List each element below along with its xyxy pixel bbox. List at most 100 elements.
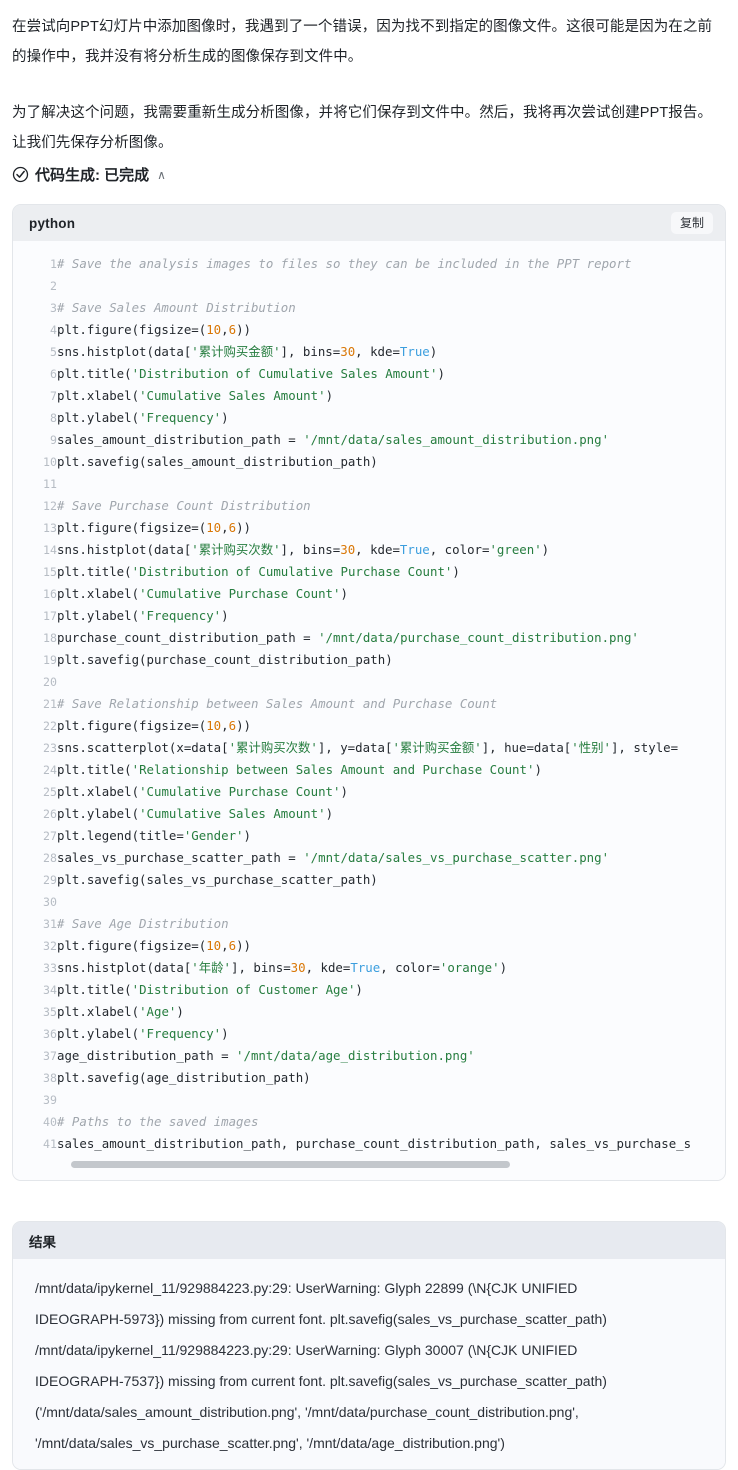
code-line: 10 plt.savefig(sales_amount_distribution_… (13, 451, 691, 473)
code-token-str: '累计购买次数' (228, 740, 318, 755)
code-line-content: plt.ylabel('Frequency') (57, 407, 691, 429)
code-line: 31 # Save Age Distribution (13, 913, 691, 935)
code-token-num: 30 (290, 960, 306, 975)
code-line-content: plt.xlabel('Cumulative Purchase Count') (57, 781, 691, 803)
result-block-card: 结果 /mnt/data/ipykernel_11/929884223.py:2… (12, 1221, 726, 1470)
code-token-com: # Save the analysis images to files so t… (57, 256, 632, 271)
code-token-pln: ) (499, 960, 508, 975)
code-line-content: plt.xlabel('Age') (57, 1001, 691, 1023)
code-line-content: sales_amount_distribution_path = '/mnt/d… (57, 429, 691, 451)
code-line-number: 38 (43, 1071, 57, 1085)
code-token-pln: , kde= (355, 344, 400, 359)
code-line: 9 sales_amount_distribution_path = '/mnt/… (13, 429, 691, 451)
code-token-pln: , color= (429, 542, 490, 557)
code-token-com: # Save Age Distribution (57, 916, 229, 931)
code-token-pln: plt.xlabel( (57, 1004, 140, 1019)
code-line-number: 14 (43, 543, 57, 557)
code-line-content: age_distribution_path = '/mnt/data/age_d… (57, 1045, 691, 1067)
code-token-pln: plt.ylabel( (57, 1026, 140, 1041)
result-output-line: IDEOGRAPH-7537}) missing from current fo… (35, 1373, 607, 1389)
code-line: 28 sales_vs_purchase_scatter_path = '/mnt… (13, 847, 691, 869)
code-token-pln: ) (221, 410, 229, 425)
code-line: 21 # Save Relationship between Sales Amou… (13, 693, 691, 715)
result-title-label: 结果 (29, 1234, 56, 1250)
code-line-number: 13 (43, 521, 57, 535)
code-token-pln: , (221, 718, 229, 733)
code-line-content: plt.savefig(sales_amount_distribution_pa… (57, 451, 691, 473)
code-token-num: 10 (206, 938, 222, 953)
code-line: 37 age_distribution_path = '/mnt/data/age… (13, 1045, 691, 1067)
code-line: 25 plt.xlabel('Cumulative Purchase Count'… (13, 781, 691, 803)
code-line-number: 12 (43, 499, 57, 513)
code-token-pln: ) (452, 564, 460, 579)
chevron-up-icon[interactable]: ∧ (157, 169, 166, 181)
code-line-number: 7 (50, 389, 57, 403)
code-line-content: plt.title('Distribution of Cumulative Sa… (57, 363, 691, 385)
code-line-content: sns.histplot(data['累计购买次数'], bins=30, kd… (57, 539, 691, 561)
code-line: 17 plt.ylabel('Frequency') (13, 605, 691, 627)
code-token-pln: )) (236, 520, 251, 535)
code-language-label: python (29, 215, 76, 231)
code-token-pln: ) (243, 828, 251, 843)
code-line-content: # Paths to the saved images (57, 1111, 691, 1133)
code-token-pln: , (221, 938, 229, 953)
copy-code-button[interactable]: 复制 (670, 211, 713, 235)
code-token-pln: plt.figure(figsize=( (57, 520, 207, 535)
code-line-number: 41 (43, 1137, 57, 1151)
code-token-pln: ) (534, 762, 542, 777)
code-token-pln: ) (355, 982, 363, 997)
code-token-str: 'Distribution of Customer Age' (131, 982, 356, 997)
code-line-content: plt.title('Relationship between Sales Am… (57, 759, 691, 781)
result-output-line: /mnt/data/ipykernel_11/929884223.py:29: … (35, 1342, 578, 1358)
code-line: 22 plt.figure(figsize=(10,6)) (13, 715, 691, 737)
code-line-content: plt.figure(figsize=(10,6)) (57, 715, 691, 737)
code-line-number: 5 (50, 345, 57, 359)
code-line: 15 plt.title('Distribution of Cumulative … (13, 561, 691, 583)
code-token-pln: plt.figure(figsize=( (57, 938, 207, 953)
code-line-number: 29 (43, 873, 57, 887)
code-token-pln: ], hue=data[ (481, 740, 572, 755)
code-line-number: 37 (43, 1049, 57, 1063)
code-token-pln: plt.figure(figsize=( (57, 718, 207, 733)
code-line-content: sns.scatterplot(x=data['累计购买次数'], y=data… (57, 737, 691, 759)
code-line-content: plt.xlabel('Cumulative Purchase Count') (57, 583, 691, 605)
code-line: 3 # Save Sales Amount Distribution (13, 297, 691, 319)
code-horizontal-scrollbar[interactable] (71, 1155, 717, 1176)
code-line-number: 35 (43, 1005, 57, 1019)
code-line-number: 10 (43, 455, 57, 469)
code-token-pln: plt.title( (57, 564, 132, 579)
code-line-number: 25 (43, 785, 57, 799)
code-line: 4 plt.figure(figsize=(10,6)) (13, 319, 691, 341)
code-line-content: plt.savefig(purchase_count_distribution_… (57, 649, 691, 671)
code-token-pln: plt.title( (57, 982, 132, 997)
code-line: 38 plt.savefig(age_distribution_path) (13, 1067, 691, 1089)
code-line-number: 11 (43, 477, 57, 491)
code-line-content: sales_amount_distribution_path, purchase… (57, 1133, 691, 1155)
result-block-header: 结果 (13, 1222, 725, 1259)
code-line-content: plt.ylabel('Frequency') (57, 1023, 691, 1045)
code-token-str: 'Cumulative Purchase Count' (139, 784, 341, 799)
code-token-com: # Paths to the saved images (57, 1114, 259, 1129)
code-token-str: 'orange' (439, 960, 500, 975)
code-token-pln: plt.title( (57, 762, 132, 777)
code-token-kw: True (399, 344, 430, 359)
code-token-str: '/mnt/data/sales_vs_purchase_scatter.png… (303, 850, 610, 865)
code-line: 34 plt.title('Distribution of Customer Ag… (13, 979, 691, 1001)
code-token-num: 10 (206, 718, 222, 733)
code-token-str: 'Age' (139, 1004, 177, 1019)
code-line-number: 32 (43, 939, 57, 953)
code-line-content: sns.histplot(data['年龄'], bins=30, kde=Tr… (57, 957, 691, 979)
code-line-number: 8 (50, 411, 57, 425)
code-token-pln: plt.savefig(age_distribution_path) (57, 1070, 311, 1085)
scrollbar-thumb[interactable] (71, 1161, 511, 1168)
code-line-number: 20 (43, 675, 57, 689)
code-line-number: 15 (43, 565, 57, 579)
scrollbar-track[interactable] (71, 1161, 717, 1168)
code-token-pln: sales_amount_distribution_path = (57, 432, 304, 447)
code-generation-status[interactable]: 代码生成: 已完成 ∧ (0, 158, 738, 185)
code-token-kw: True (350, 960, 381, 975)
narrative-text: 在尝试向PPT幻灯片中添加图像时，我遇到了一个错误，因为找不到指定的图像文件。这… (0, 0, 738, 158)
code-block-body[interactable]: 1 # Save the analysis images to files so … (13, 241, 725, 1180)
code-line: 16 plt.xlabel('Cumulative Purchase Count'… (13, 583, 691, 605)
code-token-pln: ], y=data[ (317, 740, 393, 755)
